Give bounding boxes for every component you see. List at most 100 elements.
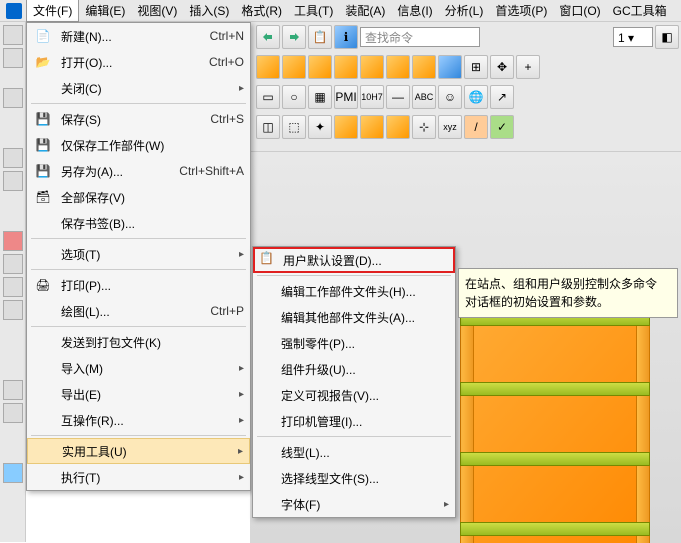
save-icon: 💾: [33, 110, 53, 128]
menu-insert[interactable]: 插入(S): [183, 0, 235, 21]
globe-icon[interactable]: 🌐: [464, 85, 488, 109]
sel-icon-1[interactable]: ◫: [256, 115, 280, 139]
submenu-user-defaults[interactable]: 📋 用户默认设置(D)...: [253, 247, 455, 273]
solid-icon-6[interactable]: [386, 55, 410, 79]
menu-options[interactable]: 选项(T) ▸: [27, 241, 250, 267]
left-icon-7[interactable]: [3, 254, 23, 274]
solid-icon-2[interactable]: [282, 55, 306, 79]
menu-save-bookmark[interactable]: 保存书签(B)...: [27, 210, 250, 236]
info-icon[interactable]: ℹ: [334, 25, 358, 49]
slash-icon[interactable]: /: [464, 115, 488, 139]
menu-analysis[interactable]: 分析(L): [439, 0, 490, 21]
dim-icon[interactable]: 10H7: [360, 85, 384, 109]
menu-edit[interactable]: 编辑(E): [79, 0, 131, 21]
left-icon-3[interactable]: [3, 88, 23, 108]
submenu-force-part[interactable]: 强制零件(P)...: [253, 330, 455, 356]
text-icon[interactable]: ABC: [412, 85, 436, 109]
axes-icon[interactable]: ⊹: [412, 115, 436, 139]
left-icon-4[interactable]: [3, 148, 23, 168]
menu-open[interactable]: 📂 打开(O)... Ctrl+O: [27, 49, 250, 75]
left-icon-5[interactable]: [3, 171, 23, 191]
move-icon[interactable]: ✥: [490, 55, 514, 79]
circle-icon[interactable]: ○: [282, 85, 306, 109]
menu-plot[interactable]: 绘图(L)... Ctrl+P: [27, 298, 250, 324]
clipboard-icon[interactable]: 📋: [308, 25, 332, 49]
constraint-icon[interactable]: ⊞: [464, 55, 488, 79]
new-icon: 📄: [33, 27, 53, 45]
grid-icon[interactable]: ▦: [308, 85, 332, 109]
menu-view[interactable]: 视图(V): [131, 0, 183, 21]
menu-preferences[interactable]: 首选项(P): [489, 0, 553, 21]
left-icon-9[interactable]: [3, 300, 23, 320]
saveas-icon: 💾: [33, 162, 53, 180]
chevron-right-icon: ▸: [444, 499, 449, 510]
sel-icon-3[interactable]: ✦: [308, 115, 332, 139]
sel-icon-2[interactable]: ⬚: [282, 115, 306, 139]
arrow-icon[interactable]: ↗: [490, 85, 514, 109]
left-toolbar: [0, 22, 26, 542]
menu-print[interactable]: 🖨 打印(P)...: [27, 272, 250, 298]
solid-icon-1[interactable]: [256, 55, 280, 79]
sel-cube-3[interactable]: [386, 115, 410, 139]
solid-icon-7[interactable]: [412, 55, 436, 79]
chevron-right-icon: ▸: [239, 363, 244, 374]
line-icon[interactable]: —: [386, 85, 410, 109]
submenu-printer-manage[interactable]: 打印机管理(I)...: [253, 408, 455, 434]
menu-gctoolbox[interactable]: GC工具箱: [607, 0, 673, 21]
menu-send-package[interactable]: 发送到打包文件(K): [27, 329, 250, 355]
xyz-icon[interactable]: xyz: [438, 115, 462, 139]
submenu-edit-other-header[interactable]: 编辑其他部件文件头(A)...: [253, 304, 455, 330]
command-search[interactable]: 查找命令: [360, 27, 480, 47]
left-icon-11[interactable]: [3, 403, 23, 423]
menu-window[interactable]: 窗口(O): [553, 0, 606, 21]
submenu-font[interactable]: 字体(F)▸: [253, 491, 455, 517]
utilities-submenu: 📋 用户默认设置(D)... 编辑工作部件文件头(H)... 编辑其他部件文件头…: [252, 246, 456, 518]
sel-cube-1[interactable]: [334, 115, 358, 139]
left-icon-1[interactable]: [3, 25, 23, 45]
submenu-component-upgrade[interactable]: 组件升级(U)...: [253, 356, 455, 382]
chevron-right-icon: ▸: [239, 389, 244, 400]
solid-icon-5[interactable]: [360, 55, 384, 79]
tool-more-icon[interactable]: ◧: [655, 25, 679, 49]
chevron-right-icon: ▸: [239, 415, 244, 426]
submenu-linetype[interactable]: 线型(L)...: [253, 439, 455, 465]
chevron-right-icon: ▸: [239, 249, 244, 260]
submenu-visual-report[interactable]: 定义可视报告(V)...: [253, 382, 455, 408]
left-icon-10[interactable]: [3, 380, 23, 400]
menu-format[interactable]: 格式(R): [235, 0, 288, 21]
smiley-icon[interactable]: ☺: [438, 85, 462, 109]
solid-icon-4[interactable]: [334, 55, 358, 79]
stack-icon[interactable]: [438, 55, 462, 79]
pmi-icon[interactable]: PMI: [334, 85, 358, 109]
menu-interop[interactable]: 互操作(R)... ▸: [27, 407, 250, 433]
menu-close[interactable]: 关闭(C) ▸: [27, 75, 250, 101]
menu-import[interactable]: 导入(M) ▸: [27, 355, 250, 381]
solid-icon-3[interactable]: [308, 55, 332, 79]
menu-saveas[interactable]: 💾 另存为(A)... Ctrl+Shift+A: [27, 158, 250, 184]
scale-dropdown[interactable]: 1 ▾: [613, 27, 653, 47]
sel-cube-2[interactable]: [360, 115, 384, 139]
file-menu: 📄 新建(N)... Ctrl+N 📂 打开(O)... Ctrl+O 关闭(C…: [26, 22, 251, 491]
undo-icon[interactable]: [256, 25, 280, 49]
point-icon[interactable]: +: [516, 55, 540, 79]
menu-info[interactable]: 信息(I): [391, 0, 438, 21]
left-icon-12[interactable]: [3, 463, 23, 483]
redo-icon[interactable]: [282, 25, 306, 49]
menu-utilities[interactable]: 实用工具(U) ▸: [27, 438, 250, 464]
submenu-edit-work-header[interactable]: 编辑工作部件文件头(H)...: [253, 278, 455, 304]
menu-new[interactable]: 📄 新建(N)... Ctrl+N: [27, 23, 250, 49]
menu-saveall[interactable]: 🗃 全部保存(V): [27, 184, 250, 210]
rect-icon[interactable]: ▭: [256, 85, 280, 109]
menu-execute[interactable]: 执行(T) ▸: [27, 464, 250, 490]
submenu-select-linetype-file[interactable]: 选择线型文件(S)...: [253, 465, 455, 491]
menu-tools[interactable]: 工具(T): [288, 0, 339, 21]
left-icon-8[interactable]: [3, 277, 23, 297]
left-icon-6[interactable]: [3, 231, 23, 251]
menu-assembly[interactable]: 装配(A): [339, 0, 391, 21]
menu-export[interactable]: 导出(E) ▸: [27, 381, 250, 407]
left-icon-2[interactable]: [3, 48, 23, 68]
menu-save[interactable]: 💾 保存(S) Ctrl+S: [27, 106, 250, 132]
menu-save-work[interactable]: 💾 仅保存工作部件(W): [27, 132, 250, 158]
menu-file[interactable]: 文件(F): [26, 0, 79, 22]
check-icon[interactable]: ✓: [490, 115, 514, 139]
